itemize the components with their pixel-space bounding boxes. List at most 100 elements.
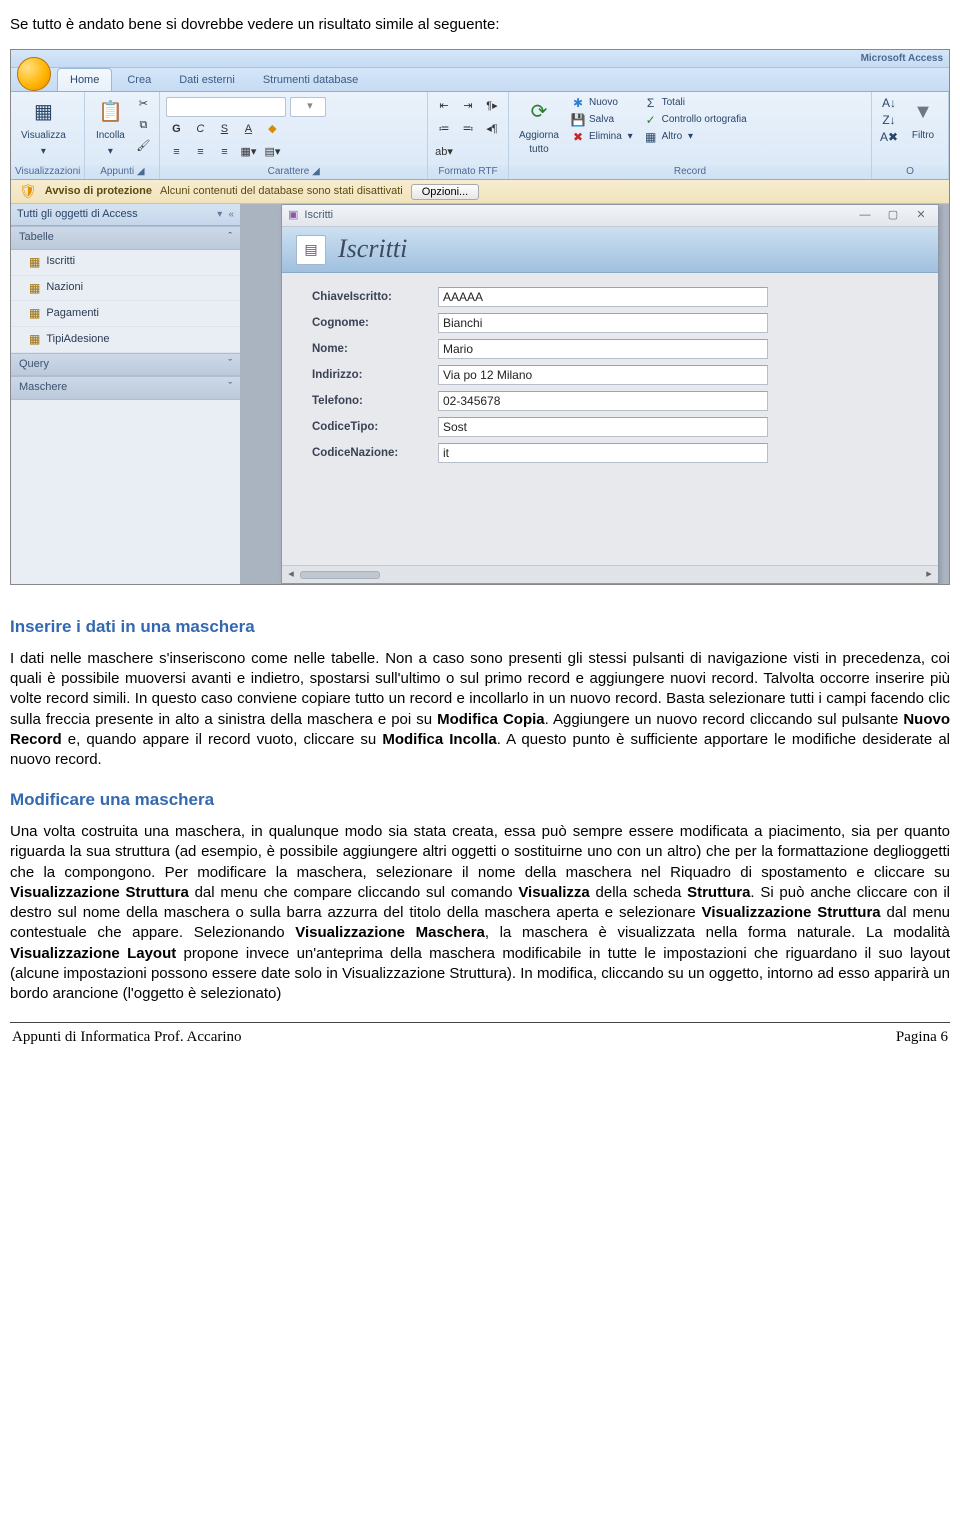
nav-item-nazioni[interactable]: ▦Nazioni bbox=[11, 276, 240, 302]
bold-button[interactable]: G bbox=[166, 120, 186, 140]
chiaveiscritto-field[interactable] bbox=[438, 287, 768, 307]
codicenazione-field[interactable] bbox=[438, 443, 768, 463]
decrease-indent-button[interactable]: ⇤ bbox=[434, 97, 454, 117]
form-title: Iscritti bbox=[338, 231, 407, 267]
tab-home[interactable]: Home bbox=[57, 68, 112, 91]
group-carattere: ▾ G C S A ◆ ≡ ≡ ≡ ▦▾ ▤▾ bbox=[160, 92, 428, 179]
form-row-codicenazione: CodiceNazione: bbox=[312, 443, 924, 463]
nav-item-tipiadesione[interactable]: ▦TipiAdesione bbox=[11, 327, 240, 353]
group-appunti: 📋 Incolla ▾ ✂ ⧉ 🖌 Appunti ◢ bbox=[85, 92, 160, 179]
heading-inserire-dati: Inserire i dati in una maschera bbox=[10, 615, 950, 639]
nav-pane-title[interactable]: Tutti gli oggetti di Access ▾ « bbox=[11, 204, 240, 226]
shield-icon: 🛡 bbox=[19, 182, 37, 202]
tab-dati-esterni[interactable]: Dati esterni bbox=[166, 68, 248, 91]
align-center-button[interactable]: ≡ bbox=[190, 143, 210, 163]
font-combo[interactable] bbox=[166, 97, 286, 117]
delete-icon: ✖ bbox=[570, 129, 586, 145]
group-label-formato-rtf: Formato RTF bbox=[428, 165, 508, 179]
totali-button[interactable]: Σ Totali bbox=[640, 95, 750, 111]
sigma-icon: Σ bbox=[643, 95, 659, 111]
codicetipo-field[interactable] bbox=[438, 417, 768, 437]
table-icon: ▦ bbox=[29, 331, 40, 348]
nav-item-iscritti[interactable]: ▦Iscritti bbox=[11, 250, 240, 276]
nome-field[interactable] bbox=[438, 339, 768, 359]
align-left-button[interactable]: ≡ bbox=[166, 143, 186, 163]
tab-strumenti-database[interactable]: Strumenti database bbox=[250, 68, 371, 91]
minimize-button[interactable]: — bbox=[854, 208, 876, 224]
ortografia-label: Controllo ortografia bbox=[662, 113, 747, 127]
chevron-down-icon: ▾ bbox=[108, 145, 113, 159]
close-button[interactable]: ✕ bbox=[910, 208, 932, 224]
underline-button[interactable]: S bbox=[214, 120, 234, 140]
spellcheck-icon: ✓ bbox=[643, 112, 659, 128]
collapse-icon[interactable]: « bbox=[228, 209, 234, 220]
cut-icon[interactable]: ✂ bbox=[133, 95, 153, 115]
elimina-button[interactable]: ✖ Elimina ▾ bbox=[567, 129, 636, 145]
security-message: Alcuni contenuti del database sono stati… bbox=[160, 184, 403, 199]
form-header: ▤ Iscritti bbox=[282, 227, 938, 273]
form-row-nome: Nome: bbox=[312, 339, 924, 359]
sort-asc-button[interactable]: A↓ bbox=[878, 95, 900, 111]
italic-button[interactable]: C bbox=[190, 120, 210, 140]
refresh-icon: ⟳ bbox=[524, 97, 554, 127]
horizontal-scrollbar[interactable]: ◂ ▸ bbox=[282, 565, 938, 583]
visualizza-button[interactable]: ▦ Visualizza ▾ bbox=[17, 95, 70, 161]
field-label: ChiaveIscritto: bbox=[312, 289, 432, 305]
grid-icon: ▦ bbox=[28, 97, 58, 127]
ltr-button[interactable]: ¶▸ bbox=[482, 97, 502, 117]
font-size-combo[interactable]: ▾ bbox=[290, 97, 326, 117]
fill-color-button[interactable]: ◆ bbox=[262, 120, 282, 140]
tab-crea[interactable]: Crea bbox=[114, 68, 164, 91]
field-label: Nome: bbox=[312, 341, 432, 357]
more-icon: ▦ bbox=[643, 129, 659, 145]
clear-sort-button[interactable]: A✖ bbox=[878, 129, 900, 145]
indirizzo-field[interactable] bbox=[438, 365, 768, 385]
bullets-button[interactable]: ≔ bbox=[434, 120, 454, 140]
copy-icon[interactable]: ⧉ bbox=[133, 116, 153, 136]
highlight-button[interactable]: ab▾ bbox=[434, 143, 454, 163]
nav-group-tabelle[interactable]: Tabelle ˆ bbox=[11, 226, 240, 249]
format-painter-icon[interactable]: 🖌 bbox=[133, 137, 153, 157]
restore-button[interactable]: ▢ bbox=[882, 208, 904, 224]
group-formato-rtf: ⇤ ⇥ ¶▸ ≔ ≕ ◂¶ ab▾ Formato RTF bbox=[428, 92, 509, 179]
visualizza-label: Visualizza bbox=[21, 129, 66, 143]
form-row-cognome: Cognome: bbox=[312, 313, 924, 333]
navigation-pane[interactable]: Tutti gli oggetti di Access ▾ « Tabelle … bbox=[11, 204, 241, 584]
sort-desc-button[interactable]: Z↓ bbox=[878, 112, 900, 128]
titlebar: Microsoft Access bbox=[11, 50, 949, 68]
align-right-button[interactable]: ≡ bbox=[214, 143, 234, 163]
scroll-thumb[interactable] bbox=[300, 571, 380, 579]
nav-group-query[interactable]: Query ˇ bbox=[11, 353, 240, 376]
gridlines-button[interactable]: ▦▾ bbox=[238, 143, 258, 163]
ortografia-button[interactable]: ✓ Controllo ortografia bbox=[640, 112, 750, 128]
aggiorna-tutto-button[interactable]: ⟳ Aggiorna tutto bbox=[515, 95, 563, 159]
nuovo-button[interactable]: ✱ Nuovo bbox=[567, 95, 636, 111]
clear-sort-icon: A✖ bbox=[881, 129, 897, 145]
form-area: ▣ Iscritti — ▢ ✕ ▤ Iscritti ChiaveIscrit… bbox=[241, 204, 949, 584]
cognome-field[interactable] bbox=[438, 313, 768, 333]
increase-indent-button[interactable]: ⇥ bbox=[458, 97, 478, 117]
numbering-button[interactable]: ≕ bbox=[458, 120, 478, 140]
incolla-button[interactable]: 📋 Incolla ▾ bbox=[91, 95, 129, 161]
field-label: Indirizzo: bbox=[312, 367, 432, 383]
security-options-button[interactable]: Opzioni... bbox=[411, 184, 479, 200]
salva-button[interactable]: 💾 Salva bbox=[567, 112, 636, 128]
rtl-button[interactable]: ◂¶ bbox=[482, 120, 502, 140]
font-color-button[interactable]: A bbox=[238, 120, 258, 140]
branding: Microsoft Access bbox=[861, 52, 943, 66]
office-orb[interactable] bbox=[17, 57, 51, 91]
scroll-left-icon[interactable]: ◂ bbox=[282, 566, 300, 584]
nav-item-pagamenti[interactable]: ▦Pagamenti bbox=[11, 301, 240, 327]
filter-icon: ▼ bbox=[908, 97, 938, 127]
nav-group-maschere[interactable]: Maschere ˇ bbox=[11, 376, 240, 399]
page-footer: Appunti di Informatica Prof. Accarino Pa… bbox=[10, 1025, 950, 1054]
sort-asc-icon: A↓ bbox=[881, 95, 897, 111]
altro-button[interactable]: ▦ Altro ▾ bbox=[640, 129, 750, 145]
chevron-down-icon: ˇ bbox=[228, 380, 232, 395]
group-label-visualizzazioni: Visualizzazioni bbox=[11, 165, 84, 179]
form-row-indirizzo: Indirizzo: bbox=[312, 365, 924, 385]
filtro-button[interactable]: ▼ Filtro bbox=[904, 95, 942, 145]
scroll-right-icon[interactable]: ▸ bbox=[920, 566, 938, 584]
alt-row-button[interactable]: ▤▾ bbox=[262, 143, 282, 163]
telefono-field[interactable] bbox=[438, 391, 768, 411]
